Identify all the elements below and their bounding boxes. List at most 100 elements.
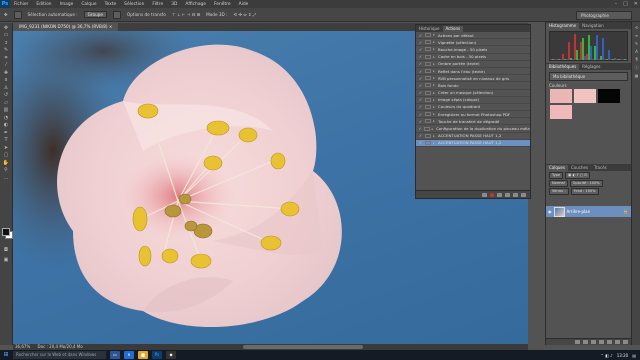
file-explorer-icon[interactable]: ▆ bbox=[138, 351, 148, 359]
checkmark-icon[interactable]: ✓ bbox=[416, 69, 425, 74]
checkmark-icon[interactable]: ✓ bbox=[416, 76, 425, 81]
quick-select-tool-icon[interactable]: ✎ bbox=[2, 47, 10, 53]
action-item[interactable]: ✓ ▾ Actions par défaut bbox=[416, 32, 530, 40]
checkmark-icon[interactable]: ✓ bbox=[416, 90, 425, 95]
dialog-toggle-icon[interactable] bbox=[425, 112, 431, 117]
brush-tool-icon[interactable]: ɤ bbox=[2, 77, 10, 83]
horizontal-scrollbar[interactable] bbox=[243, 345, 363, 349]
layer-row[interactable]: ◉ Arrière-plan 🔒 bbox=[546, 206, 631, 217]
document-tab[interactable]: IMG_9231 (NIKON D750) @ 36,7% (RVB/8) × bbox=[13, 23, 119, 31]
checkmark-icon[interactable]: ✓ bbox=[416, 40, 425, 45]
tab-couches[interactable]: Couches bbox=[568, 165, 591, 171]
dialog-toggle-icon[interactable] bbox=[425, 33, 431, 38]
menu-fenetre[interactable]: Fenêtre bbox=[210, 2, 235, 7]
action-item[interactable]: ✓ ▸ ACCENTUATION PASSE HAUT 1,2 bbox=[416, 139, 530, 147]
info-panel-icon[interactable]: ⓘ bbox=[634, 65, 640, 70]
foreground-color[interactable] bbox=[2, 228, 10, 236]
shape-tool-icon[interactable]: ▢ bbox=[2, 152, 10, 158]
new-group-icon[interactable] bbox=[607, 340, 612, 344]
brush-panel-icon[interactable]: ✎ bbox=[634, 41, 640, 46]
opacity-field[interactable]: Opacité : 100% bbox=[569, 180, 603, 187]
edit-toolbar-icon[interactable]: … bbox=[2, 175, 10, 181]
paragraph-panel-icon[interactable]: ¶ bbox=[634, 57, 640, 62]
layer-name[interactable]: Arrière-plan bbox=[567, 209, 591, 214]
task-view-icon[interactable]: ▭ bbox=[110, 351, 120, 359]
action-item[interactable]: ✓ ▸ Vignette (sélection) bbox=[416, 39, 530, 47]
action-item[interactable]: ✓ ▸ ACCENTUATION PASSE HAUT 1,2 bbox=[416, 133, 530, 140]
stop-icon[interactable] bbox=[482, 192, 487, 197]
blend-mode-dropdown[interactable]: Normal bbox=[549, 180, 568, 187]
dialog-toggle-icon[interactable] bbox=[425, 61, 431, 66]
photoshop-taskbar-icon[interactable]: Ps bbox=[152, 351, 162, 359]
checkmark-icon[interactable]: ✓ bbox=[416, 47, 425, 52]
lasso-tool-icon[interactable]: ↄ bbox=[2, 40, 10, 46]
properties-panel-icon[interactable]: ≡ bbox=[634, 33, 640, 38]
menu-edition[interactable]: Edition bbox=[32, 2, 55, 7]
record-icon[interactable] bbox=[490, 192, 494, 197]
menu-texte[interactable]: Texte bbox=[101, 2, 121, 7]
action-item[interactable]: ✓ ▸ Créer un masque (sélection) bbox=[416, 90, 530, 97]
dialog-toggle-icon[interactable] bbox=[425, 119, 431, 124]
app-taskbar-icon[interactable]: ◆ bbox=[166, 351, 176, 359]
checkmark-icon[interactable]: ✓ bbox=[416, 33, 425, 38]
action-item[interactable]: ✓ ▸ Couleurs du quadrant bbox=[416, 104, 530, 112]
dodge-tool-icon[interactable]: ◐ bbox=[2, 122, 10, 128]
layer-style-icon[interactable] bbox=[583, 340, 588, 344]
eye-icon[interactable]: ◉ bbox=[548, 209, 552, 214]
menu-calque[interactable]: Calque bbox=[77, 2, 100, 7]
move-tool-icon[interactable]: ✥ bbox=[4, 12, 8, 17]
checkmark-icon[interactable]: ✓ bbox=[416, 61, 425, 66]
tab-navigation[interactable]: Navigation bbox=[579, 23, 607, 29]
layer-kind-dropdown[interactable]: Type bbox=[549, 172, 564, 179]
dialog-toggle-icon[interactable] bbox=[425, 140, 431, 145]
healing-brush-tool-icon[interactable]: ✚ bbox=[2, 70, 10, 76]
pen-tool-icon[interactable]: ✒ bbox=[2, 130, 10, 136]
link-layers-icon[interactable] bbox=[575, 340, 580, 344]
gradient-tool-icon[interactable]: ▥ bbox=[2, 107, 10, 113]
blur-tool-icon[interactable]: ◔ bbox=[2, 115, 10, 121]
windows-start-icon[interactable]: ⊞ bbox=[0, 350, 12, 360]
mode-3d-icons[interactable]: ⟲ ✣ ⇔ ⇕ ⤢ bbox=[233, 12, 256, 17]
layer-filter-icons[interactable]: ▣ ◐ T ▢ ⊡ bbox=[565, 172, 591, 179]
action-item[interactable]: ✓ ▸ Reflet dans l'eau (texte) bbox=[416, 68, 530, 76]
type-tool-icon[interactable]: T bbox=[2, 137, 10, 143]
checkmark-icon[interactable]: ✓ bbox=[416, 140, 425, 145]
tab-traces[interactable]: Tracés bbox=[591, 165, 610, 171]
color-swatch[interactable] bbox=[598, 89, 620, 103]
move-tool-icon[interactable]: ✥ bbox=[2, 25, 10, 31]
eraser-tool-icon[interactable]: ▱ bbox=[2, 100, 10, 106]
action-item[interactable]: ✓ ▸ Image sépia (calque) bbox=[416, 97, 530, 104]
tab-histogram[interactable]: Histogramme bbox=[546, 23, 580, 29]
menu-fichier[interactable]: Fichier bbox=[10, 2, 32, 7]
tab-historique[interactable]: Historique bbox=[416, 26, 443, 32]
taskbar-search-input[interactable]: Rechercher sur le Web et dans Windows bbox=[13, 351, 106, 359]
dialog-toggle-icon[interactable] bbox=[425, 97, 431, 102]
tab-calques[interactable]: Calques bbox=[546, 165, 568, 171]
checkmark-icon[interactable]: ✓ bbox=[416, 97, 425, 102]
checkmark-icon[interactable]: ✓ bbox=[416, 112, 425, 117]
action-item[interactable]: ✓ ▸ Bouche-image - 50 pixels bbox=[416, 46, 530, 54]
zoom-tool-icon[interactable]: ⚲ bbox=[2, 167, 10, 173]
checkmark-icon[interactable]: ✓ bbox=[416, 133, 425, 138]
checkmark-icon[interactable]: ✓ bbox=[416, 83, 425, 88]
checkmark-icon[interactable]: ✓ bbox=[416, 54, 425, 59]
dialog-toggle-icon[interactable] bbox=[425, 54, 431, 59]
dialog-toggle-icon[interactable] bbox=[424, 126, 430, 131]
history-panel-icon[interactable]: ⟲ bbox=[634, 25, 640, 30]
hand-tool-icon[interactable]: ✋ bbox=[2, 160, 10, 166]
fill-field[interactable]: Fond : 100% bbox=[570, 188, 599, 195]
menu-image[interactable]: Image bbox=[56, 2, 78, 7]
action-item[interactable]: ✓ ▸ Cadre en bois - 50 pixels bbox=[416, 54, 530, 61]
new-set-icon[interactable] bbox=[505, 192, 510, 197]
play-icon[interactable] bbox=[497, 192, 502, 197]
tray-icons[interactable]: ⌃ ◧ ♪ bbox=[600, 353, 612, 358]
notification-icon[interactable]: ▤ bbox=[632, 353, 636, 358]
dialog-toggle-icon[interactable] bbox=[425, 104, 431, 109]
edge-browser-icon[interactable]: e bbox=[124, 351, 134, 359]
quick-mask-icon[interactable]: ◘ bbox=[2, 247, 10, 253]
menu-aide[interactable]: Aide bbox=[235, 2, 253, 7]
action-item[interactable]: ✓ ▸ RVB personnalisé en niveaux de gris bbox=[416, 75, 530, 83]
action-item[interactable]: ✓ ▸ Enregistrer au format Photoshop PDF bbox=[416, 111, 530, 119]
tab-actions[interactable]: Actions bbox=[442, 26, 464, 32]
action-item[interactable]: ✓ ▸ Configuration de la duplication du pin… bbox=[416, 125, 530, 133]
